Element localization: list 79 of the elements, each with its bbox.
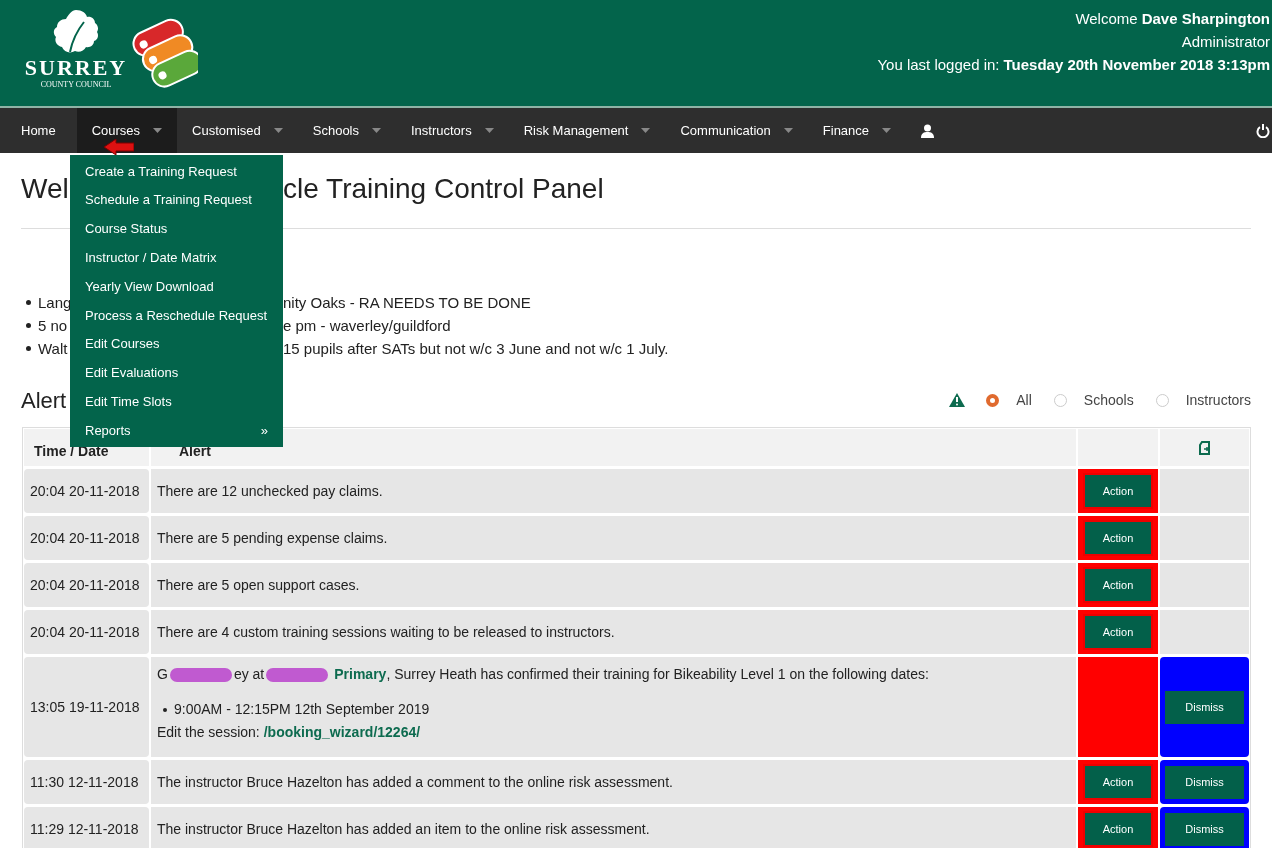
bullet-icon (26, 300, 31, 305)
user-icon[interactable] (921, 123, 935, 138)
radio-button[interactable] (1155, 393, 1169, 407)
nav-item[interactable]: Risk Management (508, 108, 666, 153)
last-login-date: Tuesday 20th November 2018 3:13pm (1003, 55, 1270, 75)
warning-icon (949, 393, 966, 407)
action-button[interactable]: Action (1083, 614, 1153, 650)
logo-text: SURREY (24, 56, 128, 80)
dismiss-button[interactable]: Dismiss (1165, 690, 1244, 724)
time-cell: 20:04 20-11-2018 (24, 563, 149, 607)
note-text: 15 pupils after SATs but not w/c 3 June and not w/c 1 July. (283, 339, 669, 359)
action-button[interactable]: Action (1083, 764, 1153, 800)
alert-text: There are 5 pending expense claims. (157, 528, 389, 548)
radio-button[interactable] (986, 393, 1000, 407)
bullet-icon (26, 346, 31, 351)
note-text: Walt (38, 340, 68, 357)
redaction-mark (266, 667, 329, 682)
alert-text: G (157, 665, 168, 684)
menu-item[interactable]: Edit Courses (70, 329, 283, 359)
note-text: nity Oaks - RA NEEDS TO BE DONE (283, 293, 531, 313)
alert-text: There are 5 open support cases. (157, 575, 361, 595)
time-cell: 11:30 12-11-2018 (24, 760, 149, 804)
radio-button[interactable] (1053, 393, 1067, 407)
nav-item[interactable]: Schools (297, 108, 396, 153)
menu-item[interactable]: Course Status (70, 214, 283, 244)
radio-label: All (1016, 390, 1032, 410)
dismiss-button[interactable]: Dismiss (1165, 765, 1244, 799)
time-cell: 11:29 12-11-2018 (24, 807, 149, 848)
menu-item[interactable]: Yearly View Download (70, 272, 283, 301)
dismiss-button[interactable]: Dismiss (1165, 812, 1244, 846)
note-text: Lang (38, 294, 72, 311)
time-cell: 20:04 20-11-2018 (24, 516, 149, 560)
alert-text: The instructor Bruce Hazelton has added an item to the online risk assessment. (157, 819, 651, 839)
alert-text: ey at (233, 665, 265, 684)
time-cell: 13:05 19-11-2018 (24, 657, 149, 757)
nav-item[interactable]: Home (0, 108, 77, 153)
power-icon[interactable] (1256, 123, 1270, 138)
user-role: Administrator (1181, 32, 1270, 52)
bullet-icon (163, 707, 167, 712)
menu-item[interactable]: Edit Evaluations (70, 358, 283, 388)
time-cell: 20:04 20-11-2018 (24, 610, 149, 654)
alert-text: The instructor Bruce Hazelton has added a comment to the online risk assessment. (157, 772, 674, 792)
action-button[interactable]: Action (1083, 567, 1153, 603)
alert-text: , Surrey Heath has confirmed their training for Bikeability Level 1 on the following dates: (386, 665, 929, 684)
note-text: e pm - waverley/guildford (283, 316, 451, 336)
nav-item[interactable]: Courses (76, 108, 178, 153)
school-link[interactable]: Primary (334, 663, 387, 686)
nav-item[interactable]: Communication (665, 108, 808, 153)
session-link[interactable]: /booking_wizard/12264/ (263, 721, 421, 744)
action-button[interactable]: Action (1083, 520, 1153, 556)
action-button[interactable]: Action (1083, 473, 1153, 509)
welcome-label: Welcome (1075, 9, 1138, 29)
nav-item[interactable]: Customised (177, 108, 298, 153)
note-text: 5 no (38, 317, 68, 334)
pointer-arrow-icon (104, 139, 134, 155)
date-item: 9:00AM - 12:15PM 12th September 2019 (174, 700, 430, 719)
time-cell: 20:04 20-11-2018 (24, 469, 149, 513)
menu-item[interactable]: Instructor / Date Matrix (70, 243, 283, 273)
action-button[interactable]: Action (1083, 811, 1153, 847)
radio-label: Schools (1083, 390, 1134, 410)
nav-item[interactable]: Finance (807, 108, 907, 153)
menu-item[interactable]: Process a Reschedule Request (70, 301, 283, 330)
export-icon (1199, 440, 1210, 455)
logo-subtext: COUNTY COUNCIL (40, 80, 112, 89)
redaction-mark (169, 667, 232, 682)
menu-item[interactable]: Edit Time Slots (70, 387, 283, 417)
radio-label: Instructors (1185, 390, 1251, 410)
edit-label: Edit the session: (157, 723, 260, 742)
menu-item[interactable]: Schedule a Training Request (70, 185, 283, 215)
nav-item[interactable]: Instructors (396, 108, 509, 153)
alert-text: There are 4 custom training sessions waiting to be released to instructors. (157, 622, 616, 642)
section-title: Alert (21, 386, 67, 415)
page-title: Wel (21, 173, 69, 204)
user-name: Dave Sharpington (1141, 9, 1270, 29)
alert-text: There are 12 unchecked pay claims. (157, 481, 384, 501)
last-login-label: You last logged in: (877, 55, 1000, 75)
page-title: cle Training Control Panel (283, 172, 604, 206)
menu-item[interactable]: Create a Training Request (70, 157, 283, 186)
bullet-icon (26, 323, 31, 328)
